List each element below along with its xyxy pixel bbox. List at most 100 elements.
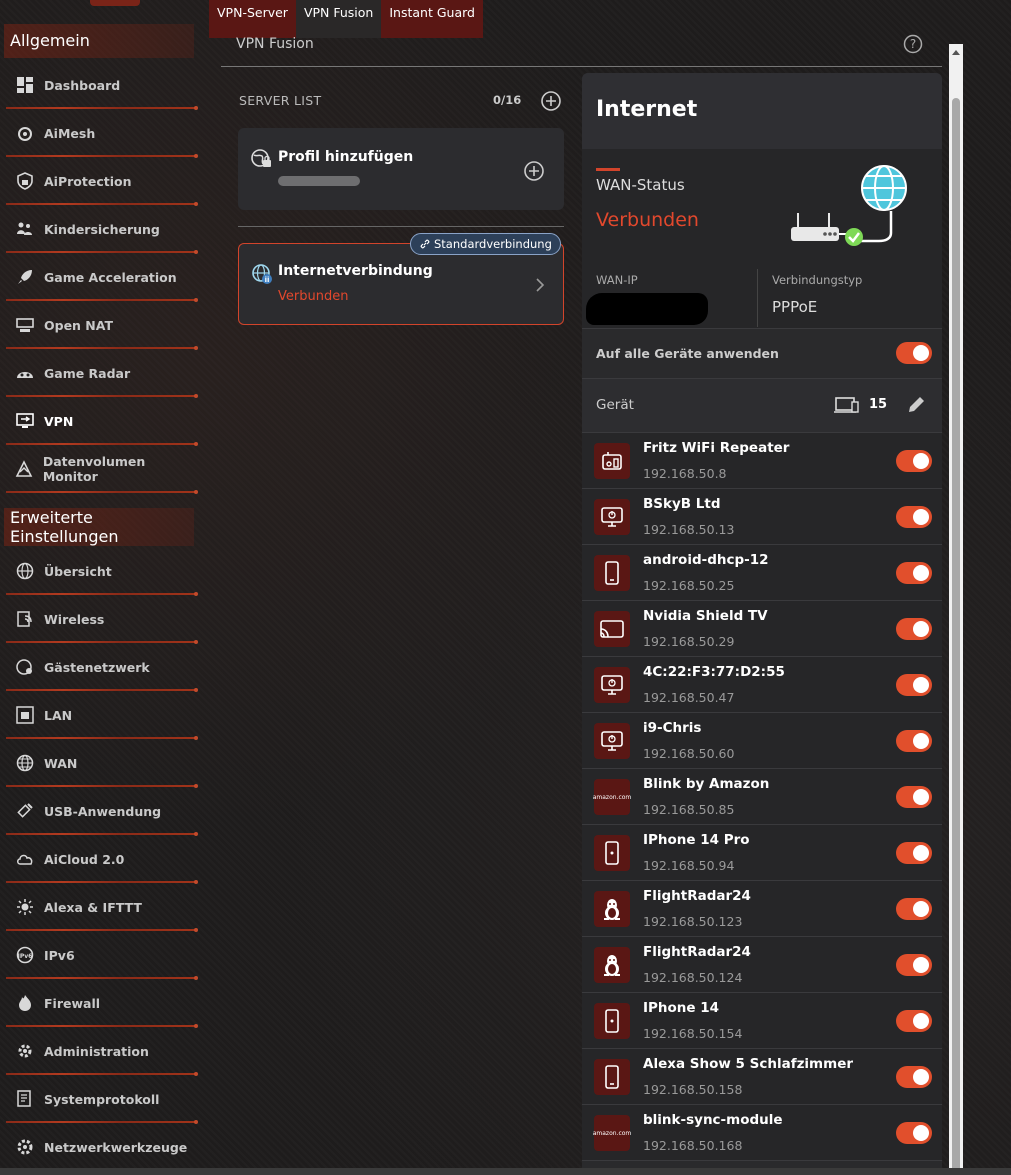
tab-vpn-fusion[interactable]: VPN Fusion <box>295 0 382 38</box>
sidebar-item-game-radar[interactable]: Game Radar <box>6 349 198 398</box>
scrollbar-thumb[interactable] <box>952 98 960 1175</box>
sidebar-item-wireless[interactable]: Wireless <box>6 595 198 644</box>
lan-icon <box>14 704 36 726</box>
phone-icon <box>594 555 630 591</box>
sidebar-item-aimesh[interactable]: AiMesh <box>6 109 198 158</box>
sidebar-item-label: Wireless <box>44 611 105 627</box>
iphone-icon <box>594 1003 630 1039</box>
device-ip: 192.168.50.47 <box>643 690 735 705</box>
sidebar-item-gaestenetzwerk[interactable]: Gästenetzwerk <box>6 643 198 692</box>
device-vpn-toggle[interactable] <box>896 674 932 696</box>
tab-vpn-server[interactable]: VPN-Server <box>209 0 296 38</box>
device-vpn-toggle[interactable] <box>896 954 932 976</box>
amazon-icon: amazon.com <box>593 779 631 815</box>
cast-icon <box>594 611 630 647</box>
help-icon[interactable]: ? <box>903 34 923 58</box>
internet-panel: Internet WAN-Status Verbunden WAN-IP Ver… <box>582 73 942 1175</box>
divider <box>582 328 942 329</box>
rocket-icon <box>14 266 36 288</box>
sidebar-item-firewall[interactable]: Firewall <box>6 979 198 1028</box>
device-row: IPhone 14 Pro 192.168.50.94 <box>582 825 942 881</box>
cloud-icon <box>14 848 36 870</box>
device-ip: 192.168.50.29 <box>643 634 735 649</box>
device-vpn-toggle[interactable] <box>896 618 932 640</box>
device-vpn-toggle[interactable] <box>896 730 932 752</box>
device-name: android-dhcp-12 <box>643 552 769 568</box>
device-name: BSkyB Ltd <box>643 496 721 512</box>
linux-icon <box>594 891 630 927</box>
wan-ip-label: WAN-IP <box>596 273 638 287</box>
sidebar-item-aicloud[interactable]: AiCloud 2.0 <box>6 835 198 884</box>
device-vpn-toggle[interactable] <box>896 786 932 808</box>
sidebar-item-game-acceleration[interactable]: Game Acceleration <box>6 253 198 302</box>
sidebar-item-usb-anwendung[interactable]: USB-Anwendung <box>6 787 198 836</box>
sidebar-item-lan[interactable]: LAN <box>6 691 198 740</box>
phone-icon <box>594 1059 630 1095</box>
sidebar-item-systemprotokoll[interactable]: Systemprotokoll <box>6 1075 198 1124</box>
sidebar-item-kindersicherung[interactable]: Kindersicherung <box>6 205 198 254</box>
aimesh-icon <box>14 122 36 144</box>
device-name: Nvidia Shield TV <box>643 608 768 624</box>
device-vpn-toggle[interactable] <box>896 562 932 584</box>
device-vpn-toggle[interactable] <box>896 898 932 920</box>
device-row: IPhone 14 192.168.50.154 <box>582 993 942 1049</box>
sidebar-item-uebersicht[interactable]: Übersicht <box>6 547 198 596</box>
sidebar-item-ipv6[interactable]: IPv6 IPv6 <box>6 931 198 980</box>
sidebar-item-datenvolumen-monitor[interactable]: Datenvolumen Monitor <box>6 445 198 494</box>
sidebar-item-dashboard[interactable]: Dashboard <box>6 61 198 110</box>
sidebar-item-open-nat[interactable]: Open NAT <box>6 301 198 350</box>
sidebar-item-vpn[interactable]: VPN <box>6 397 198 446</box>
scroll-up-arrow-icon[interactable] <box>952 50 960 55</box>
sidebar-item-label: Übersicht <box>44 563 112 579</box>
sidebar-item-label: AiMesh <box>44 125 96 141</box>
device-name: 4C:22:F3:77:D2:55 <box>643 664 785 680</box>
internet-connection-card[interactable]: ii Internetverbindung Verbunden <box>238 243 564 325</box>
apply-all-toggle[interactable] <box>896 342 932 364</box>
sidebar-item-label: Kindersicherung <box>44 221 160 237</box>
ipv6-icon: IPv6 <box>14 944 36 966</box>
svg-text:?: ? <box>910 37 916 51</box>
globe-lock-icon <box>250 148 272 174</box>
wan-status-value: Verbunden <box>596 209 699 231</box>
device-vpn-toggle[interactable] <box>896 450 932 472</box>
device-vpn-toggle[interactable] <box>896 506 932 528</box>
apply-all-label: Auf alle Geräte anwenden <box>596 346 779 361</box>
sidebar-item-label: Dashboard <box>44 77 121 93</box>
device-row: FlightRadar24 192.168.50.124 <box>582 937 942 993</box>
bottom-edge <box>0 1168 1011 1175</box>
add-profile-card[interactable]: Profil hinzufügen <box>238 128 564 210</box>
repeater-icon <box>594 443 630 479</box>
add-server-icon[interactable] <box>540 90 562 116</box>
device-row: BSkyB Ltd 192.168.50.13 <box>582 489 942 545</box>
wan-ip-redacted <box>586 293 708 325</box>
tab-instant-guard[interactable]: Instant Guard <box>381 0 483 38</box>
device-row: Fritz WiFi Repeater 192.168.50.8 <box>582 433 942 489</box>
device-vpn-toggle[interactable] <box>896 1066 932 1088</box>
firewall-icon <box>14 992 36 1014</box>
device-vpn-toggle[interactable] <box>896 1010 932 1032</box>
family-icon <box>14 218 36 240</box>
sidebar-item-administration[interactable]: Administration <box>6 1027 198 1076</box>
devices-icon <box>834 396 860 418</box>
device-ip: 192.168.50.154 <box>643 1026 743 1041</box>
sidebar-item-label: LAN <box>44 707 73 723</box>
device-ip: 192.168.50.158 <box>643 1082 743 1097</box>
default-connection-badge: Standardverbindung <box>410 233 561 255</box>
connection-type-label: Verbindungstyp <box>772 273 863 287</box>
sidebar-item-netzwerkwerkzeuge[interactable]: Netzwerkwerkzeuge <box>6 1123 198 1172</box>
add-profile-plus-icon[interactable] <box>523 160 545 186</box>
device-ip: 192.168.50.8 <box>643 466 727 481</box>
device-vpn-toggle[interactable] <box>896 1122 932 1144</box>
sidebar-item-alexa-ifttt[interactable]: Alexa & IFTTT <box>6 883 198 932</box>
sidebar-item-label: Game Radar <box>44 365 131 381</box>
device-row: i9-Chris 192.168.50.60 <box>582 713 942 769</box>
wireless-icon <box>14 608 36 630</box>
device-vpn-toggle[interactable] <box>896 842 932 864</box>
sidebar-item-wan[interactable]: WAN <box>6 739 198 788</box>
device-name: Alexa Show 5 Schlafzimmer <box>643 1056 854 1072</box>
server-list-divider <box>238 226 564 227</box>
sidebar-item-aiprotection[interactable]: AiProtection <box>6 157 198 206</box>
edit-pencil-icon[interactable] <box>905 394 927 420</box>
device-name: Blink by Amazon <box>643 776 770 792</box>
overview-globe-icon <box>14 560 36 582</box>
